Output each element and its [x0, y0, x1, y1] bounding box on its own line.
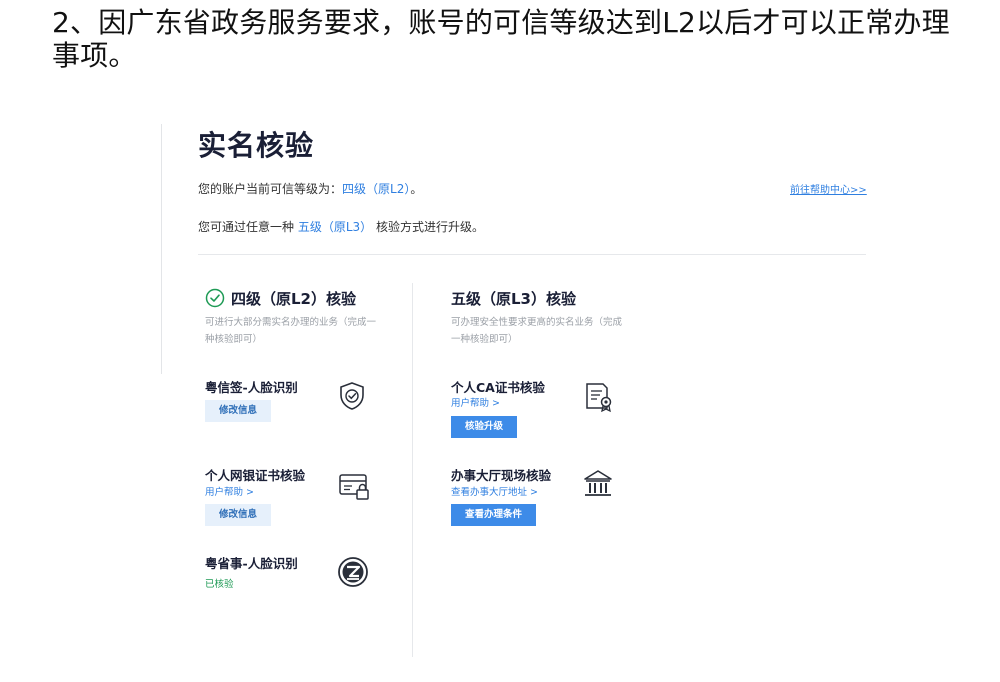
current-level-line: 您的账户当前可信等级为：四级（原L2）。	[198, 180, 422, 197]
level5-description: 可办理安全性要求更高的实名业务（完成一种核验即可）	[451, 317, 623, 345]
current-level-prefix: 您的账户当前可信等级为：	[198, 182, 343, 196]
hall-conditions-button[interactable]: 查看办理条件	[451, 504, 537, 526]
current-level-suffix: 。	[410, 182, 423, 196]
yueshengshi-face-title: 粤省事-人脸识别	[205, 556, 298, 571]
ca-cert-title: 个人CA证书核验	[451, 380, 545, 395]
upgrade-line: 您可通过任意一种 五级（原L3） 核验方式进行升级。	[198, 218, 484, 235]
column-divider	[412, 283, 413, 657]
section-divider	[198, 254, 866, 255]
upgrade-prefix: 您可通过任意一种	[198, 220, 295, 234]
yuexinqian-face-title: 粤信签-人脸识别	[205, 380, 298, 395]
ca-cert-help-link[interactable]: 用户帮助 >	[451, 395, 500, 409]
left-divider	[161, 124, 162, 374]
verified-status: 已核验	[205, 579, 234, 590]
level5-heading: 五级（原L3）核验	[451, 290, 576, 308]
shield-check-icon	[340, 382, 364, 410]
upgrade-value: 五级（原L3）	[297, 220, 373, 234]
upgrade-suffix: 核验方式进行升级。	[376, 220, 485, 234]
hall-onsite-title: 办事大厅现场核验	[451, 468, 552, 483]
page-title: 实名核验	[198, 129, 315, 162]
bank-cert-help-link[interactable]: 用户帮助 >	[205, 484, 254, 498]
yueshengshi-logo-icon	[338, 557, 368, 587]
ca-cert-upgrade-button[interactable]: 核验升级	[451, 416, 518, 438]
yuexinqian-modify-button[interactable]: 修改信息	[205, 400, 272, 422]
verification-screenshot: 实名核验 您的账户当前可信等级为：四级（原L2）。 前往帮助中心>> 您可通过任…	[0, 0, 1000, 682]
hall-building-icon	[584, 470, 612, 496]
bank-cert-modify-button[interactable]: 修改信息	[205, 504, 272, 526]
current-level-value: 四级（原L2）	[342, 182, 411, 196]
level4-heading: 四级（原L2）核验	[231, 290, 356, 308]
certificate-icon	[586, 383, 612, 413]
hall-address-link[interactable]: 查看办事大厅地址 >	[451, 484, 538, 498]
help-center-link[interactable]: 前往帮助中心>>	[790, 181, 867, 196]
bank-cert-title: 个人网银证书核验	[205, 468, 306, 483]
check-circle-icon	[205, 288, 225, 308]
card-lock-icon	[339, 474, 369, 500]
level4-description: 可进行大部分需实名办理的业务（完成一种核验即可）	[205, 317, 377, 345]
